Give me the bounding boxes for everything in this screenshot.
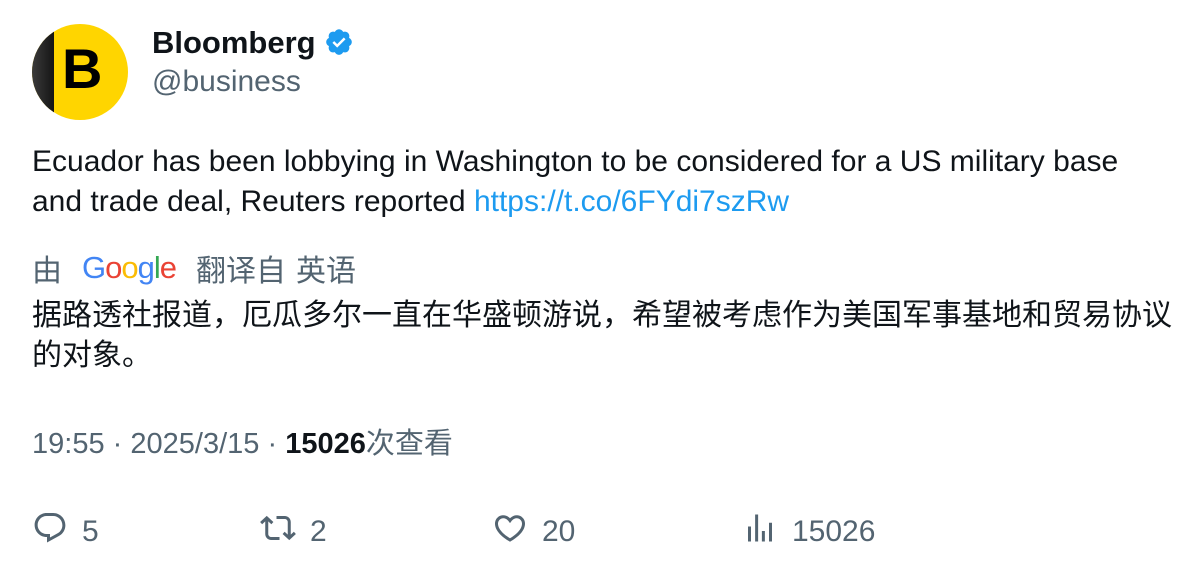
views-button[interactable]: 15026 [742, 510, 875, 554]
like-button[interactable]: 20 [492, 510, 575, 554]
avatar-letter: B [62, 37, 103, 100]
reply-icon [32, 510, 68, 554]
tweet-meta: 19:55 · 2025/3/15 · 15026次查看 [32, 424, 453, 464]
translation-from-label: 翻译自 [196, 255, 287, 288]
tweet-text: Ecuador has been lobbying in Washington … [32, 142, 1172, 222]
like-count: 20 [542, 515, 576, 548]
analytics-icon [742, 510, 778, 554]
meta-separator-1: · [112, 428, 123, 460]
retweet-icon [260, 510, 296, 554]
avatar[interactable]: B [32, 24, 128, 120]
reply-button[interactable]: 5 [32, 510, 99, 554]
translation-prefix: 由 [32, 255, 62, 288]
tweet-date[interactable]: 2025/3/15 [130, 428, 259, 460]
action-bar: 5 2 20 15026 [32, 510, 1172, 554]
avatar-shade [32, 24, 54, 120]
author-name[interactable]: Bloomberg [152, 27, 316, 58]
translation-attribution: 由 Google 翻译自 英语 [32, 248, 356, 288]
google-logo-icon[interactable]: Google [82, 250, 177, 286]
views-suffix: 次查看 [365, 428, 453, 460]
reply-count: 5 [82, 515, 99, 548]
tweet-time[interactable]: 19:55 [32, 428, 105, 460]
translated-text: 据路透社报道，厄瓜多尔一直在华盛顿游说，希望被考虑作为美国军事基地和贸易协议的对… [32, 299, 1172, 372]
author-handle[interactable]: @business [152, 64, 301, 100]
retweet-button[interactable]: 2 [260, 510, 327, 554]
meta-separator-2: · [267, 428, 278, 460]
verified-badge-icon [324, 27, 354, 57]
heart-icon [492, 510, 528, 554]
views-action-count: 15026 [792, 515, 876, 548]
translation-language: 英语 [296, 255, 357, 288]
retweet-count: 2 [310, 515, 327, 548]
tweet-link[interactable]: https://t.co/6FYdi7szRw [474, 185, 789, 218]
author-name-row: Bloomberg [152, 24, 354, 60]
views-count: 15026 [285, 428, 366, 460]
